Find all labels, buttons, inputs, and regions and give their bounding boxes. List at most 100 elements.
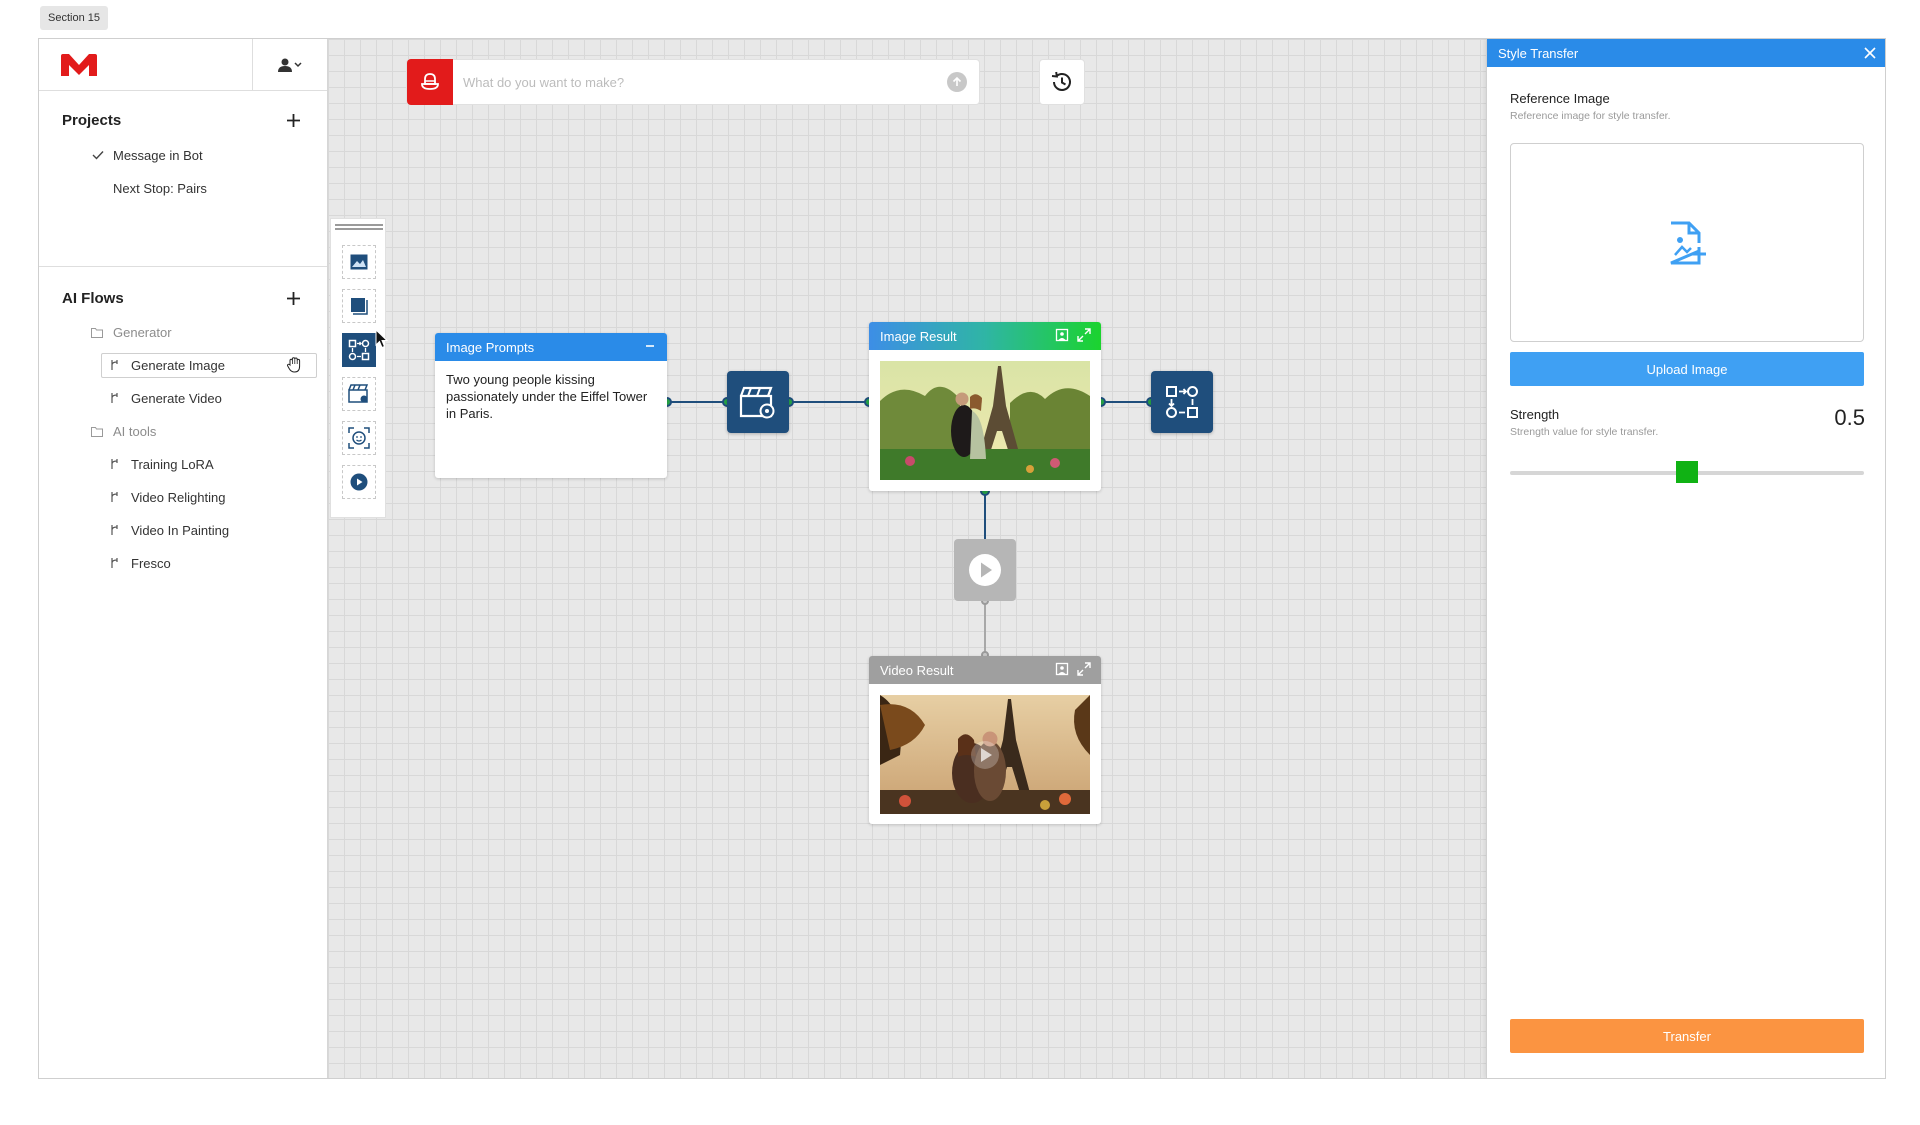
folder-icon: [91, 328, 103, 338]
image-prompts-header[interactable]: Image Prompts: [435, 333, 667, 361]
connection-video-node-to-video: [984, 601, 986, 656]
send-button[interactable]: [947, 72, 967, 92]
video-generation-node[interactable]: [954, 539, 1016, 601]
folder-label: Generator: [113, 325, 172, 340]
portrait-icon[interactable]: [1055, 328, 1069, 342]
flow-item-generate-video[interactable]: Generate Video: [39, 382, 327, 415]
folder-ai-tools[interactable]: AI tools: [39, 415, 327, 448]
arrow-up-icon: [952, 77, 962, 86]
play-circle-icon: [969, 554, 1001, 586]
flow-label: Video In Painting: [131, 523, 230, 538]
card-title: Video Result: [880, 662, 954, 678]
sidebar: Projects Message in Bot Next Stop: Pairs…: [39, 39, 328, 1078]
flow-item-fresco[interactable]: Fresco: [39, 547, 327, 580]
strength-value: 0.5: [1834, 405, 1865, 430]
video-result-card[interactable]: Video Result: [869, 656, 1101, 824]
collapse-icon[interactable]: [643, 339, 657, 353]
flow-label: Video Relighting: [131, 490, 226, 505]
panel-header: Style Transfer: [1487, 39, 1885, 67]
toolbox-drag-handle[interactable]: [335, 224, 383, 230]
folder-label: AI tools: [113, 424, 157, 439]
project-item-message-in-bot[interactable]: Message in Bot: [39, 139, 327, 172]
card-title: Image Prompts: [446, 339, 535, 355]
folder-generator[interactable]: Generator: [39, 316, 327, 349]
face-icon: [348, 427, 370, 449]
flow-label: Fresco: [131, 556, 171, 571]
connection-image-to-video-node: [984, 491, 986, 545]
projects-section: Projects Message in Bot Next Stop: Pairs: [39, 91, 327, 267]
upload-image-button[interactable]: Upload Image: [1510, 352, 1864, 386]
connection-prompts-to-generator: [667, 401, 727, 403]
panel-title: Style Transfer: [1498, 45, 1579, 61]
image-icon: [350, 254, 368, 270]
style-transfer-node[interactable]: [1151, 371, 1213, 433]
reference-image-help: Reference image for style transfer.: [1510, 110, 1671, 122]
flow-label: Generate Image: [131, 358, 225, 373]
close-icon[interactable]: [1863, 46, 1877, 60]
video-generator-node[interactable]: [727, 371, 789, 433]
prompt-text[interactable]: Two young people kissing passionately un…: [435, 361, 667, 432]
section-tag: Section 15: [40, 6, 108, 30]
branch-icon: [111, 492, 118, 502]
history-icon: [1051, 71, 1071, 91]
plus-icon: [286, 113, 300, 127]
video-settings-tool-button[interactable]: [342, 377, 376, 411]
branch-icon: [111, 393, 118, 403]
history-button[interactable]: [1039, 59, 1085, 105]
reference-image-dropzone[interactable]: [1510, 143, 1864, 342]
ai-flows-title: AI Flows: [62, 289, 124, 307]
face-tool-button[interactable]: [342, 421, 376, 455]
transform-tool-button[interactable]: [342, 333, 376, 367]
expand-icon[interactable]: [1077, 662, 1091, 676]
brand-logo[interactable]: [61, 54, 97, 76]
hat-icon: [421, 73, 439, 90]
card-title: Image Result: [880, 328, 957, 344]
style-transfer-panel: Style Transfer Reference Image Reference…: [1486, 39, 1885, 1078]
video-tool-button[interactable]: [342, 465, 376, 499]
check-icon: [92, 151, 104, 160]
grab-hand-cursor-icon: [287, 357, 301, 373]
strength-help: Strength value for style transfer.: [1510, 426, 1659, 438]
flow-item-generate-image[interactable]: Generate Image: [39, 349, 327, 382]
strength-label: Strength: [1510, 407, 1560, 422]
plus-icon: [286, 291, 300, 305]
branch-icon: [111, 525, 118, 535]
style-transfer-icon: [1166, 386, 1198, 418]
prompt-input[interactable]: [453, 60, 947, 104]
add-project-button[interactable]: [281, 108, 305, 132]
ai-flows-section: AI Flows Generator Generate Image Genera…: [39, 267, 327, 580]
generated-video-thumbnail[interactable]: [880, 695, 1090, 814]
branch-icon: [111, 459, 118, 469]
app-window: Projects Message in Bot Next Stop: Pairs…: [38, 38, 1886, 1079]
strength-slider-thumb[interactable]: [1676, 461, 1698, 483]
ai-flows-header: AI Flows: [39, 283, 327, 313]
image-tool-button[interactable]: [342, 245, 376, 279]
flow-item-video-in-painting[interactable]: Video In Painting: [39, 514, 327, 547]
branch-icon: [111, 360, 118, 370]
user-icon: [278, 58, 302, 72]
style-transfer-icon: [348, 339, 370, 361]
video-result-header[interactable]: Video Result: [869, 656, 1101, 684]
transfer-button[interactable]: Transfer: [1510, 1019, 1864, 1053]
assistant-hat-icon[interactable]: [407, 59, 453, 105]
node-toolbox: [330, 218, 389, 518]
flow-label: Generate Video: [131, 391, 222, 406]
image-result-header[interactable]: Image Result: [869, 322, 1101, 350]
mouse-pointer-icon: [375, 329, 389, 349]
project-label: Next Stop: Pairs: [113, 181, 207, 196]
user-menu-button[interactable]: [252, 39, 327, 91]
canvas-tool-button[interactable]: [342, 289, 376, 323]
expand-icon[interactable]: [1077, 328, 1091, 342]
image-prompts-card[interactable]: Image Prompts Two young people kissing p…: [435, 333, 667, 478]
image-result-card[interactable]: Image Result: [869, 322, 1101, 491]
flow-item-video-relighting[interactable]: Video Relighting: [39, 481, 327, 514]
clapper-settings-icon: [348, 384, 369, 403]
generated-image-thumbnail[interactable]: [880, 361, 1090, 480]
flow-canvas[interactable]: Image Prompts Two young people kissing p…: [328, 39, 1486, 1078]
add-image-file-icon: [1670, 221, 1706, 264]
portrait-icon[interactable]: [1055, 662, 1069, 676]
project-item-next-stop-pairs[interactable]: Next Stop: Pairs: [39, 172, 327, 205]
add-flow-button[interactable]: [281, 286, 305, 310]
flow-item-training-lora[interactable]: Training LoRA: [39, 448, 327, 481]
clapper-settings-icon: [739, 386, 775, 419]
